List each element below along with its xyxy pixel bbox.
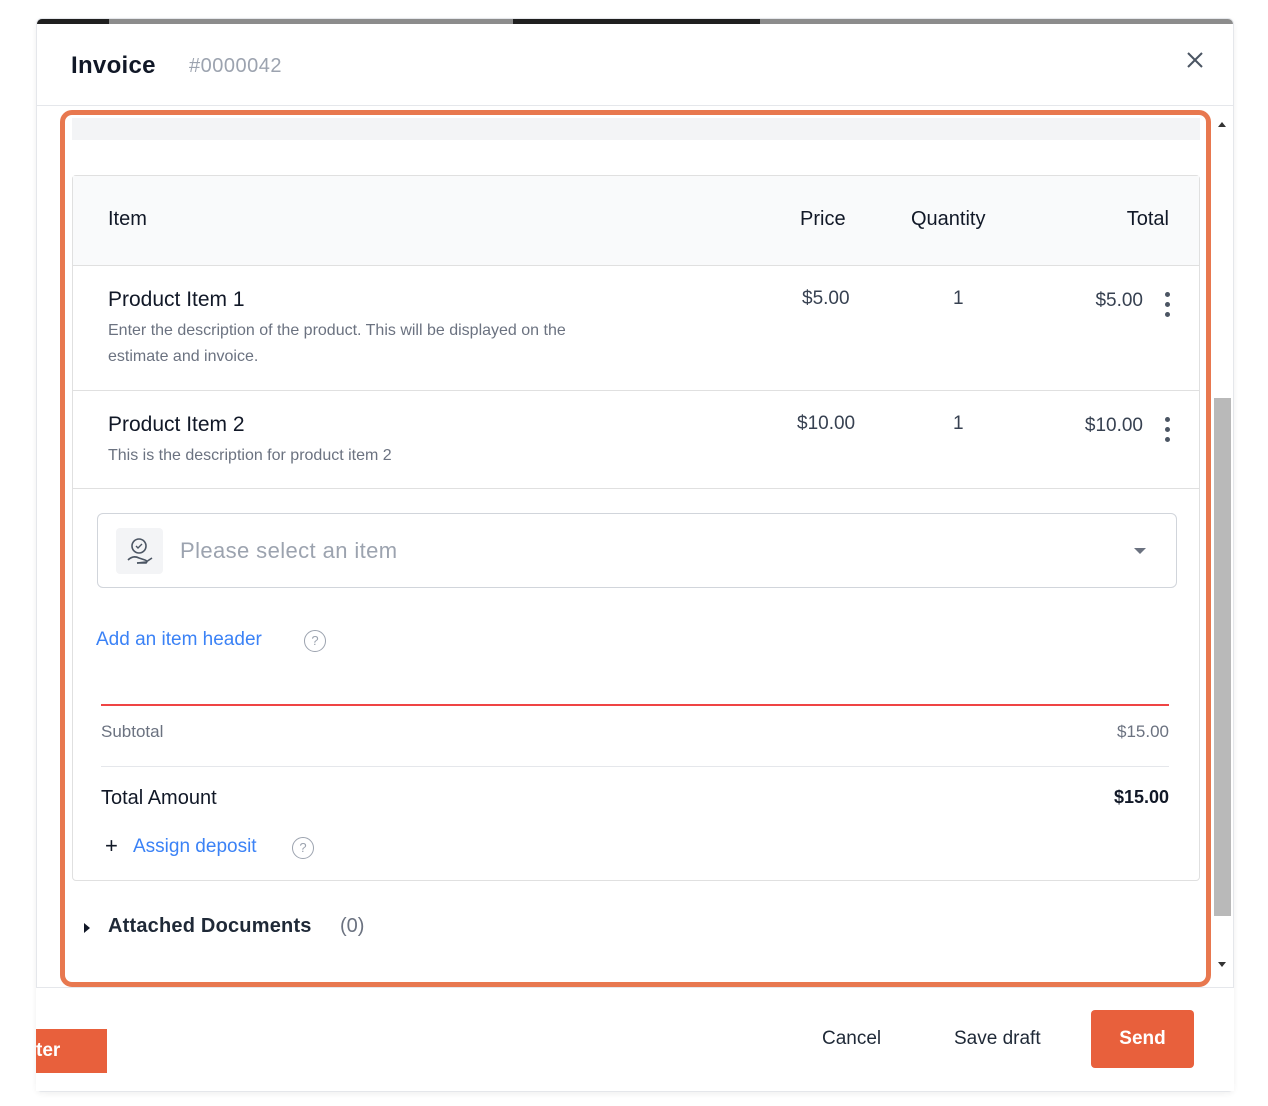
column-header-quantity: Quantity: [911, 208, 986, 230]
close-button[interactable]: [1183, 48, 1207, 72]
add-item-header-link[interactable]: Add an item header: [96, 629, 262, 651]
column-header-total: Total: [1126, 208, 1169, 230]
product-description: This is the description for product item…: [108, 447, 392, 464]
attached-documents-label: Attached Documents: [108, 915, 312, 937]
scroll-up-icon[interactable]: [1218, 122, 1226, 127]
scrollbar-thumb[interactable]: [1214, 398, 1231, 916]
caret-right-icon: [84, 923, 90, 933]
product-description: Enter the description of the product. Th…: [108, 318, 708, 370]
column-header-price: Price: [800, 208, 846, 230]
invoice-number: #0000042: [189, 55, 282, 77]
product-icon: [116, 528, 163, 574]
product-name: Product Item 2: [108, 413, 245, 436]
row-menu-button[interactable]: [1163, 417, 1171, 445]
product-total: $10.00: [1084, 415, 1143, 436]
item-select[interactable]: Please select an item: [97, 513, 1177, 588]
subtotal-value: $15.00: [1117, 722, 1169, 741]
table-header: Item Price Quantity Total: [73, 176, 1199, 266]
product-price: $5.00: [802, 288, 850, 309]
kebab-menu-icon: [1164, 417, 1170, 422]
total-amount-label: Total Amount: [101, 787, 217, 809]
divider: [101, 704, 1169, 706]
product-total: $5.00: [1095, 290, 1143, 311]
page-title: Invoice: [71, 52, 156, 79]
save-draft-button[interactable]: Save draft: [954, 1028, 1041, 1050]
product-description-line: Enter the description of the product. Th…: [108, 322, 566, 339]
item-select-placeholder: Please select an item: [180, 538, 398, 563]
product-quantity: 1: [953, 288, 964, 309]
cancel-button[interactable]: Cancel: [822, 1028, 881, 1050]
table-row[interactable]: Product Item 2 This is the description f…: [73, 391, 1199, 489]
product-name: Product Item 1: [108, 288, 245, 311]
section-top-strip: [72, 118, 1200, 140]
modal-header: Invoice #0000042: [37, 24, 1233, 106]
product-description-line: estimate and invoice.: [108, 348, 259, 365]
modal-footer: ter Cancel Save draft Send: [36, 987, 1234, 1091]
scrollbar[interactable]: [1212, 110, 1232, 976]
product-quantity: 1: [953, 413, 964, 434]
close-icon: [1187, 52, 1203, 68]
send-button[interactable]: Send: [1091, 1010, 1194, 1068]
assign-deposit-link[interactable]: Assign deposit: [133, 836, 257, 858]
help-icon[interactable]: ?: [304, 630, 326, 652]
line-items-card: Item Price Quantity Total Product Item 1…: [72, 175, 1200, 881]
total-amount-value: $15.00: [1113, 787, 1169, 807]
kebab-menu-icon: [1164, 292, 1170, 297]
scroll-down-icon[interactable]: [1218, 962, 1226, 967]
footer-left-button-label: ter: [36, 1040, 61, 1061]
help-icon[interactable]: ?: [292, 837, 314, 859]
attached-documents-count: (0): [340, 915, 365, 937]
divider: [101, 766, 1169, 767]
row-menu-button[interactable]: [1163, 292, 1171, 320]
subtotal-label: Subtotal: [101, 722, 164, 741]
column-header-item: Item: [108, 208, 147, 230]
product-price: $10.00: [797, 413, 856, 434]
plus-icon[interactable]: +: [105, 833, 118, 859]
footer-left-button[interactable]: ter: [36, 1029, 107, 1073]
table-row[interactable]: Product Item 1 Enter the description of …: [73, 266, 1199, 391]
chevron-down-icon: [1134, 548, 1146, 554]
